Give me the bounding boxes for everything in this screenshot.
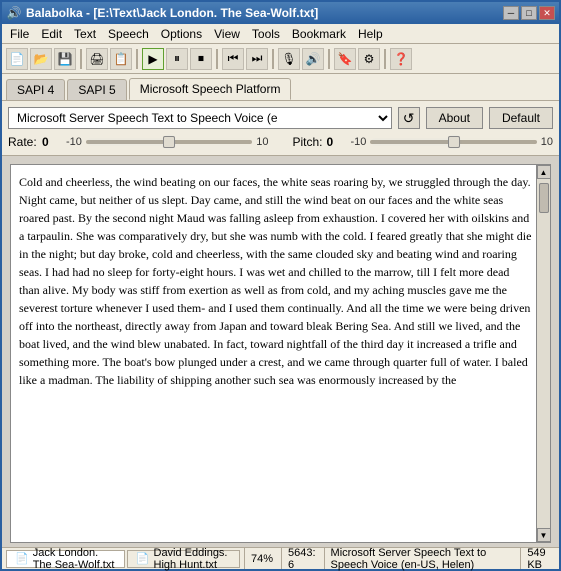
toolbar-separator-3 — [216, 49, 218, 69]
text-area-container: Cold and cheerless, the wind beating on … — [10, 164, 551, 543]
menu-tools[interactable]: Tools — [246, 25, 286, 43]
scroll-down-button[interactable]: ▼ — [537, 528, 551, 542]
tab-sapi4[interactable]: SAPI 4 — [6, 79, 65, 100]
maximize-button[interactable]: □ — [521, 6, 537, 20]
copy-button[interactable]: 📋 — [110, 48, 132, 70]
rate-slider-thumb — [163, 136, 175, 148]
title-bar: 🔊 Balabolka - [E:\Text\Jack London. The … — [2, 2, 559, 24]
default-button[interactable]: Default — [489, 107, 553, 129]
toolbar-separator-2 — [136, 49, 138, 69]
menu-view[interactable]: View — [208, 25, 246, 43]
close-button[interactable]: ✕ — [539, 6, 555, 20]
help-button[interactable]: ❓ — [390, 48, 412, 70]
toolbar-separator-6 — [384, 49, 386, 69]
pitch-min: -10 — [351, 136, 367, 148]
status-tab1-label: Jack London. The Sea-Wolf.txt — [33, 547, 116, 571]
menu-options[interactable]: Options — [155, 25, 208, 43]
rate-max: 10 — [256, 136, 268, 148]
voice-select[interactable]: Microsoft Server Speech Text to Speech V… — [8, 107, 392, 129]
rate-min: -10 — [66, 136, 82, 148]
title-bar-controls: ─ □ ✕ — [503, 6, 555, 20]
app-icon: 🔊 — [6, 5, 22, 21]
next-button[interactable]: ⏭ — [246, 48, 268, 70]
text-body: Cold and cheerless, the wind beating on … — [19, 175, 531, 387]
pitch-slider-track — [370, 140, 536, 144]
menu-text[interactable]: Text — [68, 25, 102, 43]
stop-button[interactable]: ⏹ — [190, 48, 212, 70]
record-button[interactable]: 🎙 — [278, 48, 300, 70]
refresh-button[interactable]: ↺ — [398, 107, 420, 129]
status-bar: 📄 Jack London. The Sea-Wolf.txt 📄 David … — [2, 547, 559, 569]
settings-button[interactable]: ⚙ — [358, 48, 380, 70]
menu-bookmark[interactable]: Bookmark — [286, 25, 352, 43]
title-bar-text: Balabolka - [E:\Text\Jack London. The Se… — [26, 6, 318, 20]
minimize-button[interactable]: ─ — [503, 6, 519, 20]
title-bar-left: 🔊 Balabolka - [E:\Text\Jack London. The … — [6, 5, 318, 21]
position-section: 5643: 6 — [281, 548, 322, 569]
toolbar-separator-4 — [272, 49, 274, 69]
zoom-section: 74% — [244, 548, 279, 569]
new-button[interactable]: 📄 — [6, 48, 28, 70]
toolbar-separator-5 — [328, 49, 330, 69]
zoom-value: 74% — [251, 553, 273, 565]
pitch-max: 10 — [541, 136, 553, 148]
tab-microsoft-speech[interactable]: Microsoft Speech Platform — [129, 78, 292, 100]
voice-status: Microsoft Server Speech Text to Speech V… — [331, 547, 513, 571]
open-button[interactable]: 📂 — [30, 48, 52, 70]
pitch-slider-thumb — [448, 136, 460, 148]
position-value: 5643: 6 — [288, 547, 316, 571]
status-tab2-label: David Eddings. High Hunt.txt — [154, 547, 231, 571]
status-tab-1[interactable]: 📄 Jack London. The Sea-Wolf.txt — [6, 550, 125, 568]
status-tab1-icon: 📄 — [15, 552, 29, 565]
bookmark-button[interactable]: 🔖 — [334, 48, 356, 70]
tab-container: SAPI 4 SAPI 5 Microsoft Speech Platform — [2, 74, 559, 101]
voice-section: Microsoft Server Speech Text to Speech V… — [324, 548, 519, 569]
rate-value: 0 — [42, 135, 62, 149]
status-tab-2[interactable]: 📄 David Eddings. High Hunt.txt — [127, 550, 240, 568]
rate-slider-track — [86, 140, 252, 144]
prev-button[interactable]: ⏮ — [222, 48, 244, 70]
rate-group: Rate: 0 -10 10 — [8, 135, 269, 149]
pitch-value: 0 — [327, 135, 347, 149]
menu-speech[interactable]: Speech — [102, 25, 155, 43]
tab-sapi5[interactable]: SAPI 5 — [67, 79, 126, 100]
save-button[interactable]: 💾 — [54, 48, 76, 70]
rate-label: Rate: — [8, 135, 38, 149]
print-button[interactable]: 🖨 — [86, 48, 108, 70]
pause-button[interactable]: ⏸ — [166, 48, 188, 70]
scroll-thumb[interactable] — [539, 183, 549, 213]
voice-row: Microsoft Server Speech Text to Speech V… — [8, 107, 553, 129]
menu-bar: File Edit Text Speech Options View Tools… — [2, 24, 559, 44]
menu-file[interactable]: File — [4, 25, 35, 43]
menu-edit[interactable]: Edit — [35, 25, 68, 43]
play-button[interactable]: ▶ — [142, 48, 164, 70]
pitch-label: Pitch: — [293, 135, 323, 149]
audio-button[interactable]: 🔊 — [302, 48, 324, 70]
pitch-group: Pitch: 0 -10 10 — [293, 135, 554, 149]
text-content[interactable]: Cold and cheerless, the wind beating on … — [11, 165, 550, 542]
toolbar-separator-1 — [80, 49, 82, 69]
scroll-up-button[interactable]: ▲ — [537, 165, 551, 179]
menu-help[interactable]: Help — [352, 25, 389, 43]
slider-row: Rate: 0 -10 10 Pitch: 0 -10 — [8, 135, 553, 149]
about-button[interactable]: About — [426, 107, 483, 129]
size-section: 549 KB — [520, 548, 555, 569]
file-size: 549 KB — [527, 547, 549, 571]
status-tab2-icon: 📄 — [136, 552, 150, 565]
main-window: 🔊 Balabolka - [E:\Text\Jack London. The … — [0, 0, 561, 571]
vertical-scrollbar: ▲ ▼ — [536, 165, 550, 542]
voice-settings: Microsoft Server Speech Text to Speech V… — [2, 101, 559, 156]
toolbar: 📄 📂 💾 🖨 📋 ▶ ⏸ ⏹ ⏮ ⏭ 🎙 🔊 🔖 ⚙ ❓ — [2, 44, 559, 74]
